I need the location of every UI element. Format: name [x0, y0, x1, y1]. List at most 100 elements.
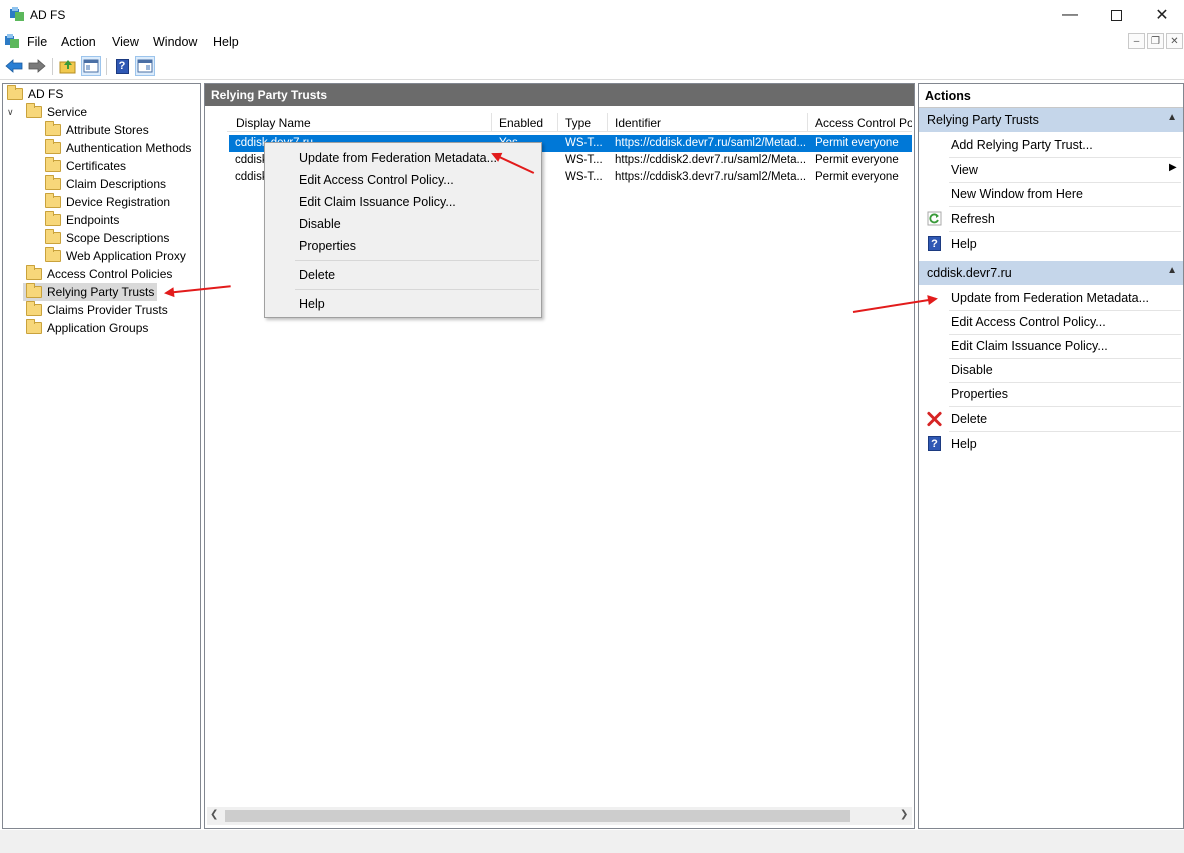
header-spacer	[205, 106, 914, 111]
context-item-update-from-federation-metadata[interactable]: Update from Federation Metadata...	[299, 151, 497, 165]
action-separator	[949, 231, 1181, 232]
menu-window[interactable]: Window	[153, 35, 197, 49]
tree-item-label: Scope Descriptions	[66, 231, 170, 245]
adfs-app-icon	[9, 6, 25, 22]
actions-section-relying-party-trusts[interactable]: Relying Party Trusts ▲	[919, 108, 1183, 132]
tree-item-attribute-stores[interactable]: Attribute Stores	[45, 121, 149, 139]
action-separator	[949, 157, 1181, 158]
tree-item-authentication-methods[interactable]: Authentication Methods	[45, 139, 191, 157]
help-icon: ?	[927, 436, 942, 451]
tree-item-label: Claims Provider Trusts	[47, 303, 168, 317]
action-properties[interactable]: Properties	[951, 387, 1008, 401]
context-separator	[295, 289, 539, 290]
column-header-access-control-policy[interactable]: Access Control Polic	[809, 113, 912, 132]
scrollbar-thumb[interactable]	[225, 810, 850, 822]
section-label: cddisk.devr7.ru	[927, 266, 1012, 280]
action-help[interactable]: Help	[951, 237, 977, 251]
toolbar: ?	[0, 53, 1184, 80]
context-item-edit-claim-issuance-policy[interactable]: Edit Claim Issuance Policy...	[299, 195, 456, 209]
action-help-selected[interactable]: Help	[951, 437, 977, 451]
action-new-window-from-here[interactable]: New Window from Here	[951, 187, 1083, 201]
folder-icon	[26, 301, 42, 316]
tree-item-certificates[interactable]: Certificates	[45, 157, 126, 175]
column-header-identifier[interactable]: Identifier	[609, 113, 808, 132]
scroll-right-icon[interactable]: ❯	[900, 809, 908, 820]
tree-item-claim-descriptions[interactable]: Claim Descriptions	[45, 175, 166, 193]
back-arrow-icon[interactable]	[4, 56, 24, 76]
folder-icon	[45, 247, 61, 262]
show-hide-tree-icon[interactable]	[81, 56, 101, 76]
context-item-disable[interactable]: Disable	[299, 217, 341, 231]
action-add-relying-party-trust[interactable]: Add Relying Party Trust...	[951, 138, 1093, 152]
menu-action[interactable]: Action	[61, 35, 96, 49]
cell-access-control-policy: Permit everyone	[815, 154, 899, 166]
tree-item-application-groups[interactable]: Application Groups	[26, 319, 148, 337]
cell-type: WS-T...	[565, 154, 603, 166]
folder-icon	[45, 157, 61, 172]
section-label: Relying Party Trusts	[927, 113, 1039, 127]
horizontal-scrollbar[interactable]: ❮ ❯	[207, 807, 912, 825]
adfs-app-icon[interactable]	[4, 33, 20, 49]
chevron-down-icon[interactable]: ∨	[7, 107, 21, 118]
context-item-edit-access-control-policy[interactable]: Edit Access Control Policy...	[299, 173, 454, 187]
toolbar-separator	[106, 58, 107, 75]
submenu-arrow-icon: ▶	[1169, 162, 1177, 173]
action-delete[interactable]: Delete	[951, 412, 987, 426]
folder-icon	[26, 103, 42, 118]
menu-view[interactable]: View	[112, 35, 139, 49]
tree-item-device-registration[interactable]: Device Registration	[45, 193, 170, 211]
cell-type: WS-T...	[565, 137, 603, 149]
tree-item-claims-provider-trusts[interactable]: Claims Provider Trusts	[26, 301, 168, 319]
tree-item-label: Claim Descriptions	[66, 177, 167, 191]
column-header-type[interactable]: Type	[559, 113, 608, 132]
action-update-from-federation-metadata[interactable]: Update from Federation Metadata...	[951, 291, 1149, 305]
tree-item-label: Relying Party Trusts	[47, 285, 155, 299]
forward-arrow-icon[interactable]	[27, 56, 47, 76]
folder-icon	[7, 85, 23, 100]
tree-item-service[interactable]: ∨ Service	[7, 103, 87, 121]
delete-x-icon	[927, 411, 942, 426]
show-hide-actions-icon[interactable]	[135, 56, 155, 76]
context-item-properties[interactable]: Properties	[299, 239, 356, 253]
action-view[interactable]: View	[951, 163, 978, 177]
tree-item-endpoints[interactable]: Endpoints	[45, 211, 119, 229]
chevron-up-icon[interactable]: ▲	[1167, 265, 1177, 276]
title-bar: AD FS — ✕	[0, 0, 1184, 30]
action-edit-access-control-policy[interactable]: Edit Access Control Policy...	[951, 315, 1106, 329]
context-item-delete[interactable]: Delete	[299, 268, 335, 282]
tree-item-web-application-proxy[interactable]: Web Application Proxy	[45, 247, 186, 265]
folder-icon	[26, 265, 42, 280]
tree-item-adfs[interactable]: AD FS	[7, 85, 63, 103]
action-separator	[949, 358, 1181, 359]
tree-item-label: Access Control Policies	[47, 267, 173, 281]
maximize-button[interactable]	[1093, 0, 1139, 30]
tree-item-scope-descriptions[interactable]: Scope Descriptions	[45, 229, 169, 247]
scroll-left-icon[interactable]: ❮	[210, 809, 218, 820]
help-icon[interactable]: ?	[112, 56, 132, 76]
menu-file[interactable]: File	[27, 35, 47, 49]
action-edit-claim-issuance-policy[interactable]: Edit Claim Issuance Policy...	[951, 339, 1108, 353]
context-item-help[interactable]: Help	[299, 297, 325, 311]
chevron-up-icon[interactable]: ▲	[1167, 112, 1177, 123]
column-header-enabled[interactable]: Enabled	[493, 113, 558, 132]
close-button[interactable]: ✕	[1139, 0, 1184, 30]
action-refresh[interactable]: Refresh	[951, 212, 995, 226]
menu-help[interactable]: Help	[213, 35, 239, 49]
column-header-display-name[interactable]: Display Name	[230, 113, 492, 132]
actions-title: Actions	[919, 84, 1183, 108]
folder-icon	[26, 283, 42, 298]
action-disable[interactable]: Disable	[951, 363, 993, 377]
up-folder-icon[interactable]	[58, 56, 78, 76]
mdi-minimize-button[interactable]: –	[1128, 33, 1145, 49]
tree-item-relying-party-trusts[interactable]: Relying Party Trusts	[23, 283, 158, 301]
refresh-icon	[927, 211, 942, 226]
menu-bar: File Action View Window Help – ❐ ✕	[0, 30, 1184, 53]
actions-section-selected-trust[interactable]: cddisk.devr7.ru ▲	[919, 261, 1183, 285]
minimize-button[interactable]: —	[1047, 0, 1093, 30]
cell-identifier: https://cddisk.devr7.ru/saml2/Metad...	[615, 137, 807, 149]
tree-item-access-control-policies[interactable]: Access Control Policies	[26, 265, 172, 283]
mdi-restore-button[interactable]: ❐	[1147, 33, 1164, 49]
help-icon: ?	[927, 236, 942, 251]
mdi-close-button[interactable]: ✕	[1166, 33, 1183, 49]
action-separator	[949, 406, 1181, 407]
